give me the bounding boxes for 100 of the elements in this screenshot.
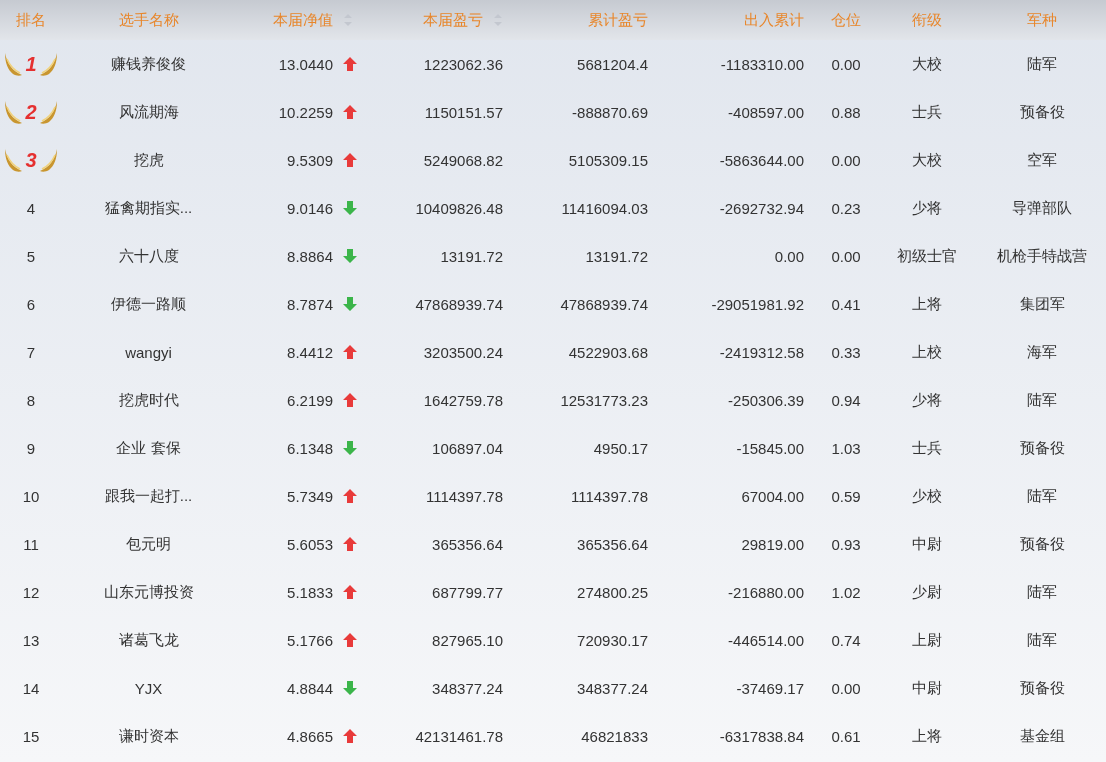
player-name: wangyi xyxy=(125,343,172,361)
table-cell: 13191.72 xyxy=(440,247,503,265)
table-cell: 12531773.23 xyxy=(560,391,648,409)
table-cell: -37469.17 xyxy=(736,679,804,697)
table-cell: 5105309.15 xyxy=(568,151,648,169)
player-name: 跟我一起打... xyxy=(104,486,193,506)
table-cell: 0.33 xyxy=(831,343,861,361)
player-name: 赚钱养俊俊 xyxy=(111,54,186,74)
table-cell: 0.88 xyxy=(831,103,861,121)
table-cell: 687799.77 xyxy=(432,583,503,601)
column-header[interactable]: 本届净值 xyxy=(273,10,333,30)
rank-number: 2 xyxy=(25,100,37,124)
table-cell: 机枪手特战营 xyxy=(997,246,1087,266)
player-name: YJX xyxy=(134,679,163,697)
rank-number: 7 xyxy=(26,343,36,361)
table-cell: 预备役 xyxy=(1019,534,1065,554)
table-cell: 0.00 xyxy=(831,679,861,697)
table-cell: 基金组 xyxy=(1019,726,1065,746)
table-cell: -408597.00 xyxy=(728,103,804,121)
column-header: 排名 xyxy=(16,10,46,30)
rank-number: 12 xyxy=(22,583,40,601)
table-cell: 0.00 xyxy=(831,55,861,73)
table-cell: 0.59 xyxy=(831,487,861,505)
table-cell: 中尉 xyxy=(912,678,942,698)
table-cell: 106897.04 xyxy=(432,439,503,457)
table-cell: 348377.24 xyxy=(577,679,648,697)
rank-number: 6 xyxy=(26,295,36,313)
table-cell: 1150151.57 xyxy=(424,103,503,121)
table-cell: -6317838.84 xyxy=(719,727,804,745)
net-value: 4.8665 xyxy=(287,727,333,745)
table-cell: 365356.64 xyxy=(577,535,648,553)
table-cell: 预备役 xyxy=(1019,678,1065,698)
table-cell: 46821833 xyxy=(581,727,648,745)
player-name: 谦时资本 xyxy=(118,726,179,746)
table-cell: -446514.00 xyxy=(728,631,804,649)
rank-number: 5 xyxy=(26,247,36,265)
column-header: 累计盈亏 xyxy=(588,10,648,30)
table-cell: 0.00 xyxy=(831,151,861,169)
table-cell: 13191.72 xyxy=(585,247,648,265)
table-cell: 陆军 xyxy=(1027,630,1057,650)
net-value: 6.1348 xyxy=(287,439,333,457)
table-cell: 0.00 xyxy=(774,247,804,265)
table-cell: -1183310.00 xyxy=(720,55,804,73)
table-cell: 42131461.78 xyxy=(415,727,503,745)
table-cell: 67004.00 xyxy=(741,487,804,505)
table-cell: 预备役 xyxy=(1019,438,1065,458)
table-cell: 827965.10 xyxy=(432,631,503,649)
player-name: 挖虎 xyxy=(133,150,164,170)
net-value: 8.4412 xyxy=(287,343,333,361)
table-cell: 11416094.03 xyxy=(561,199,648,217)
table-cell: 0.23 xyxy=(831,199,861,217)
player-name: 诸葛飞龙 xyxy=(118,630,179,650)
table-cell: 1223062.36 xyxy=(423,55,503,73)
table-cell: 大校 xyxy=(912,150,942,170)
table-cell: 4950.17 xyxy=(593,439,648,457)
rank-number: 1 xyxy=(25,52,37,76)
net-value: 5.6053 xyxy=(287,535,333,553)
column-header: 仓位 xyxy=(831,10,861,30)
net-value: 8.7874 xyxy=(287,295,333,313)
table-cell: 1114397.78 xyxy=(570,487,648,505)
table-cell: 47868939.74 xyxy=(415,295,503,313)
table-cell: 少将 xyxy=(912,390,942,410)
net-value: 9.0146 xyxy=(287,199,333,217)
table-cell: 预备役 xyxy=(1019,102,1065,122)
table-cell: 365356.64 xyxy=(432,535,503,553)
player-name: 包元明 xyxy=(126,534,171,554)
rank-number: 10 xyxy=(22,487,40,505)
table-cell: 0.93 xyxy=(831,535,861,553)
table-cell: 士兵 xyxy=(912,102,942,122)
table-cell: 1114397.78 xyxy=(425,487,503,505)
table-cell: 0.74 xyxy=(831,631,861,649)
table-cell: 29819.00 xyxy=(741,535,804,553)
table-cell: 陆军 xyxy=(1027,582,1057,602)
net-value: 5.7349 xyxy=(287,487,333,505)
table-cell: -250306.39 xyxy=(728,391,804,409)
table-cell: 士兵 xyxy=(912,438,942,458)
player-name: 企业 套保 xyxy=(116,438,181,458)
table-cell: 上将 xyxy=(912,726,942,746)
table-cell: -29051981.92 xyxy=(711,295,804,313)
player-name: 六十八度 xyxy=(118,246,179,266)
net-value: 8.8864 xyxy=(287,247,333,265)
column-header[interactable]: 本届盈亏 xyxy=(423,10,483,30)
rank-number: 4 xyxy=(26,199,36,217)
table-cell: 上校 xyxy=(912,342,942,362)
table-cell: 1.02 xyxy=(831,583,861,601)
column-header: 军种 xyxy=(1027,10,1057,30)
rank-number: 9 xyxy=(26,439,36,457)
player-name: 山东元博投资 xyxy=(103,582,194,602)
table-cell: 中尉 xyxy=(912,534,942,554)
table-cell: -2692732.94 xyxy=(719,199,804,217)
table-cell: 0.61 xyxy=(831,727,861,745)
net-value: 6.2199 xyxy=(287,391,333,409)
table-cell: -888870.69 xyxy=(572,103,648,121)
column-header: 衔级 xyxy=(912,10,942,30)
table-cell: 0.94 xyxy=(831,391,861,409)
net-value: 5.1833 xyxy=(287,583,333,601)
table-cell: 陆军 xyxy=(1027,54,1057,74)
table-cell: 1642759.78 xyxy=(423,391,503,409)
player-name: 伊德一路顺 xyxy=(111,294,186,314)
table-cell: 0.41 xyxy=(831,295,861,313)
